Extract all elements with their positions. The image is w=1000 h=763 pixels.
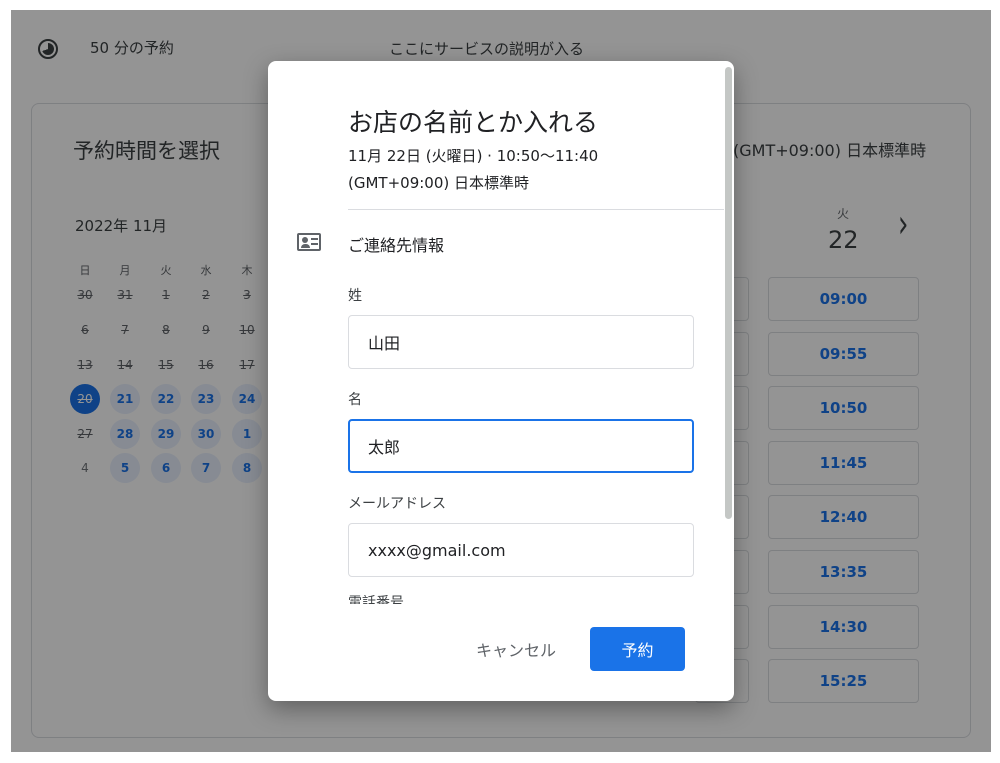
booking-dialog: お店の名前とか入れる 11月 22日 (火曜日) · 10:50〜11:40 (… — [268, 61, 734, 701]
last-name-field[interactable] — [348, 315, 694, 369]
phone-label: 電話番号 — [348, 595, 404, 604]
contact-section-title: ご連絡先情報 — [348, 236, 445, 255]
first-name-field[interactable] — [348, 419, 694, 473]
cancel-button[interactable]: キャンセル — [461, 627, 571, 671]
contact-card-icon — [297, 233, 321, 251]
first-name-label: 名 — [348, 392, 362, 408]
dialog-divider — [348, 209, 724, 210]
book-button[interactable]: 予約 — [590, 627, 685, 671]
email-label: メールアドレス — [348, 496, 446, 512]
booking-page: 50 分の予約 ここにサービスの説明が入る 予約時間を選択 (GMT+09:00… — [11, 10, 991, 752]
last-name-label: 姓 — [348, 288, 362, 304]
dialog-datetime: 11月 22日 (火曜日) · 10:50〜11:40 — [348, 147, 599, 165]
dialog-scrollbar[interactable] — [725, 67, 732, 519]
dialog-title: お店の名前とか入れる — [348, 108, 599, 137]
dialog-timezone: (GMT+09:00) 日本標準時 — [348, 174, 529, 192]
email-field[interactable] — [348, 523, 694, 577]
